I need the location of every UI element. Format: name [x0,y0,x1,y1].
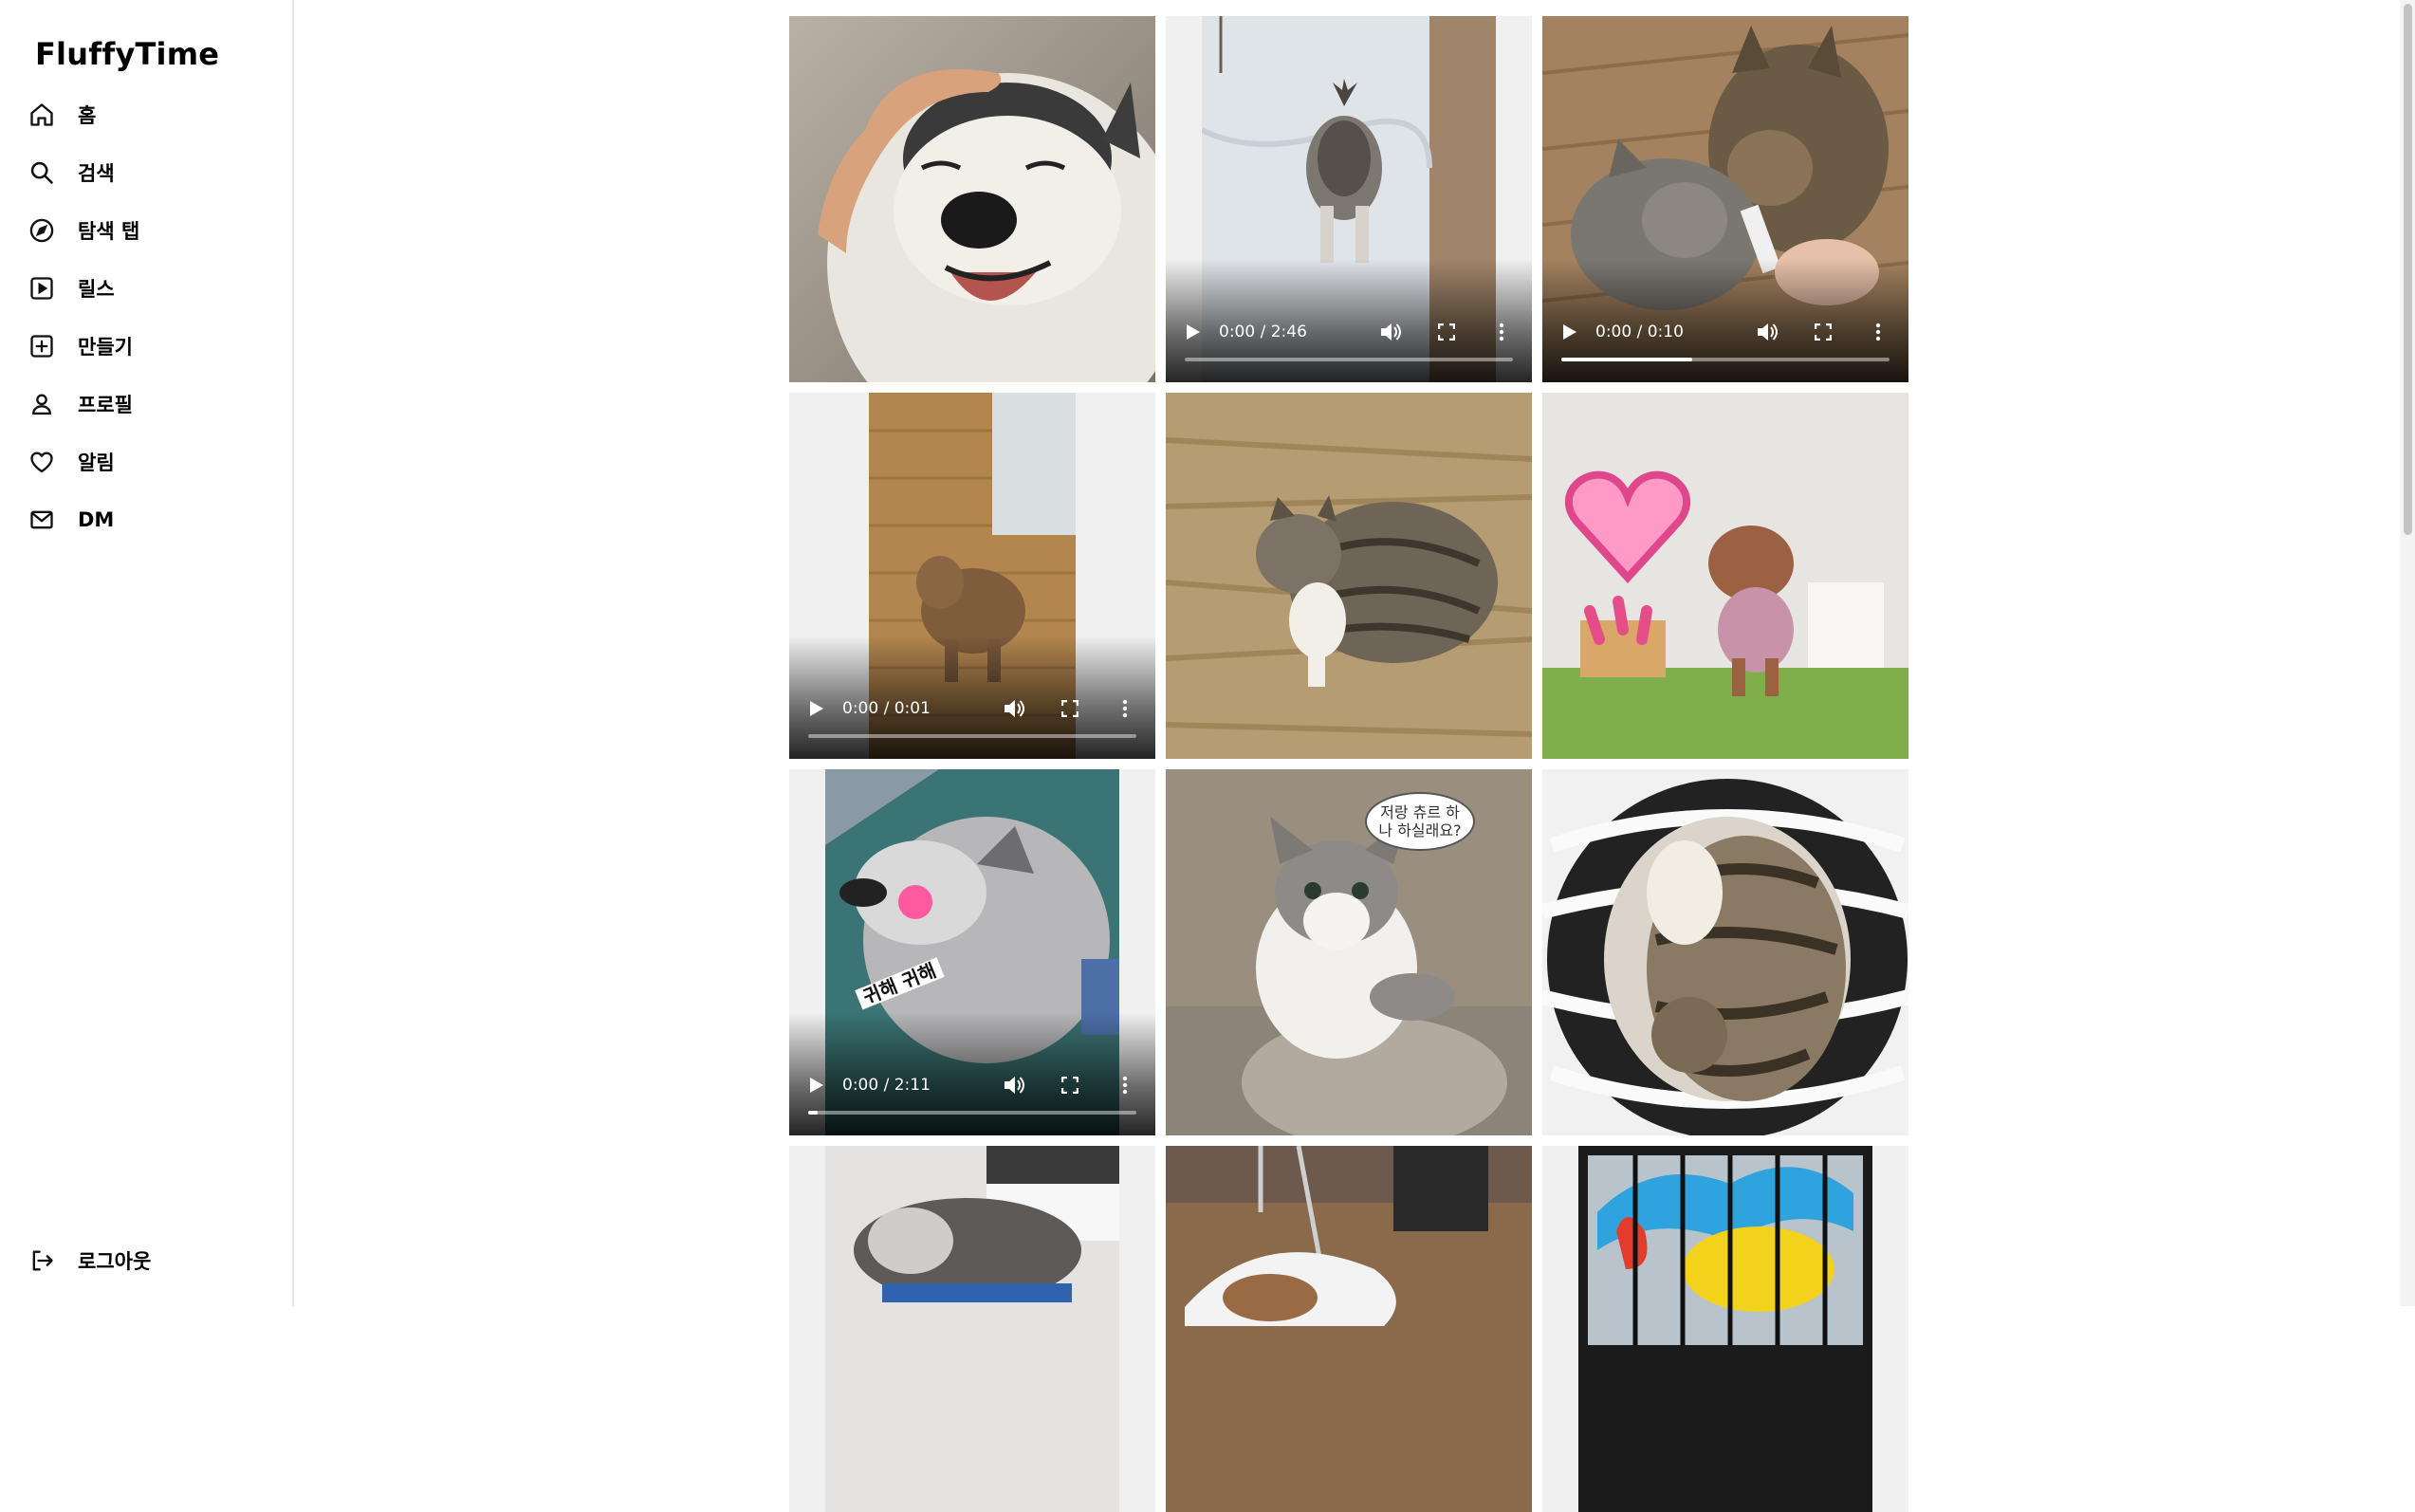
post-image [1166,1146,1532,1512]
more-options-icon[interactable] [1865,319,1891,345]
home-icon [17,90,66,139]
post-tile[interactable]: 귀해 귀해 0:00 / 2:11 [789,769,1155,1135]
compass-icon [17,206,66,255]
sidebar-item-create[interactable]: 만들기 [19,322,275,371]
profile-icon [17,379,66,429]
post-tile[interactable]: 0:00 / 2:46 [1166,16,1532,382]
more-options-icon[interactable] [1112,695,1138,722]
video-controls: 0:00 / 2:11 [789,1012,1155,1135]
search-icon [17,148,66,197]
sidebar-item-label: 탐색 탭 [78,220,140,243]
sidebar: FluffyTime 홈 검색 탐색 탭 릴스 만들기 프로필 알림 DM 로그… [0,0,294,1306]
speech-bubble-text: 저랑 츄르 하 나 하실래요? [1378,803,1462,839]
heart-icon [17,437,66,487]
play-icon[interactable] [806,698,827,719]
sidebar-item-notifications[interactable]: 알림 [19,437,275,487]
post-tile[interactable]: 0:00 / 0:01 [789,393,1155,759]
page-scrollbar[interactable] [2400,0,2415,1306]
post-tile[interactable] [789,1146,1155,1512]
volume-icon[interactable] [1755,319,1781,345]
post-video [825,1146,1119,1512]
fullscreen-icon[interactable] [1057,1072,1083,1098]
fullscreen-icon[interactable] [1057,695,1083,722]
reels-icon [17,264,66,313]
video-controls: 0:00 / 0:10 [1542,259,1908,382]
post-image [1166,769,1532,1135]
sidebar-item-label: 만들기 [78,336,133,359]
explore-grid: 0:00 / 2:46 0:00 / 0:10 0:00 / 0:01 귀해 귀… [789,16,1908,1512]
post-image [1166,393,1532,759]
post-tile[interactable] [1542,769,1908,1135]
volume-icon[interactable] [1002,695,1028,722]
sidebar-item-profile[interactable]: 프로필 [19,379,275,429]
post-image [1542,769,1908,1135]
post-tile[interactable] [1542,393,1908,759]
sidebar-item-reels[interactable]: 릴스 [19,264,275,313]
video-progress[interactable] [808,734,1136,738]
fullscreen-icon[interactable] [1810,319,1836,345]
post-tile[interactable] [1166,393,1532,759]
volume-icon[interactable] [1002,1072,1028,1098]
post-tile[interactable] [1166,1146,1532,1512]
video-controls: 0:00 / 2:46 [1166,259,1532,382]
more-options-icon[interactable] [1112,1072,1138,1098]
sidebar-item-explore[interactable]: 탐색 탭 [19,206,275,255]
video-time: 0:00 / 2:46 [1219,323,1307,341]
video-progress[interactable] [808,1111,1136,1115]
sidebar-item-dm[interactable]: DM [19,495,275,544]
sidebar-item-search[interactable]: 검색 [19,148,275,197]
post-tile[interactable]: 0:00 / 0:10 [1542,16,1908,382]
sidebar-item-label: 프로필 [78,394,133,416]
volume-icon[interactable] [1378,319,1405,345]
play-icon[interactable] [806,1075,827,1096]
video-time: 0:00 / 0:01 [842,699,931,718]
logout-icon [17,1236,66,1285]
sidebar-item-label: 검색 [78,162,115,185]
mail-icon [17,495,66,544]
post-video [1578,1146,1872,1512]
logout-label: 로그아웃 [78,1250,152,1273]
sidebar-item-label: 홈 [78,104,97,127]
post-tile[interactable]: 저랑 츄르 하 나 하실래요? [1166,769,1532,1135]
speech-bubble: 저랑 츄르 하 나 하실래요? [1365,792,1475,851]
fullscreen-icon[interactable] [1433,319,1460,345]
sidebar-item-label: DM [78,508,115,531]
video-time: 0:00 / 2:11 [842,1076,931,1095]
video-progress[interactable] [1185,358,1513,361]
video-progress[interactable] [1561,358,1890,361]
create-icon [17,322,66,371]
sidebar-item-label: 릴스 [78,278,115,301]
app-logo[interactable]: FluffyTime [35,36,219,72]
play-icon[interactable] [1559,322,1580,342]
play-icon[interactable] [1183,322,1204,342]
more-options-icon[interactable] [1488,319,1515,345]
post-tile[interactable] [789,16,1155,382]
post-image [789,16,1155,382]
video-time: 0:00 / 0:10 [1595,323,1684,341]
logout-button[interactable]: 로그아웃 [19,1236,275,1285]
scrollbar-thumb[interactable] [2404,4,2412,535]
post-tile[interactable] [1542,1146,1908,1512]
sidebar-item-home[interactable]: 홈 [19,90,275,139]
post-image [1542,393,1908,759]
sidebar-item-label: 알림 [78,452,115,474]
video-controls: 0:00 / 0:01 [789,636,1155,759]
